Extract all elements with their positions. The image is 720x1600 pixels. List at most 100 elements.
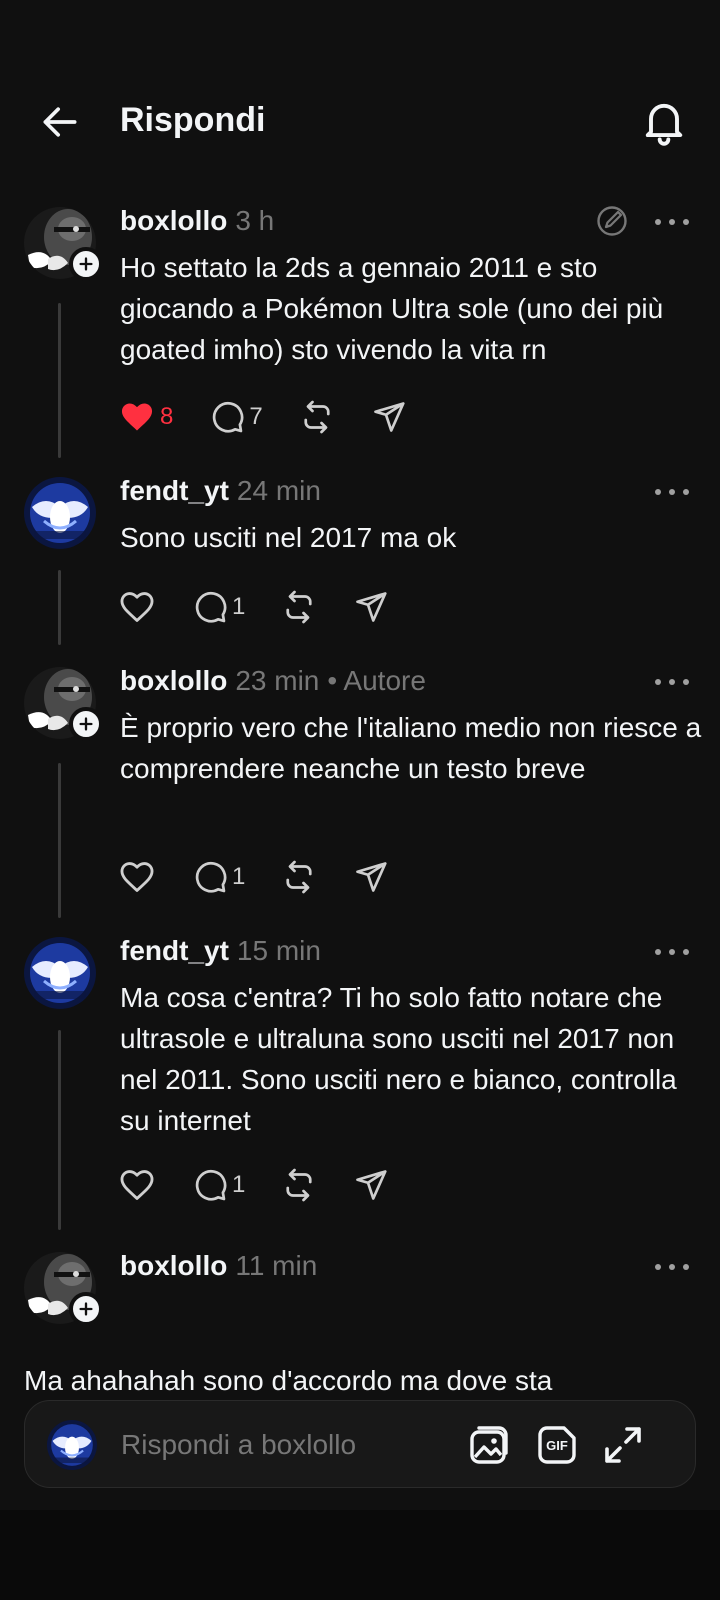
post-actions: 1 (118, 1163, 425, 1207)
post-actions: 8 7 (118, 395, 443, 439)
repost-icon (281, 1167, 317, 1203)
share-icon (353, 859, 389, 895)
thread-line (58, 1030, 61, 1230)
more-icon (652, 486, 692, 498)
bottom-area (0, 1510, 720, 1600)
timestamp: 3 h (235, 205, 275, 236)
repost-button[interactable] (299, 395, 335, 439)
share-button[interactable] (353, 1163, 389, 1207)
page-title: Rispondi (120, 101, 266, 139)
thread: boxlollo 3 h Ho settato la 2ds a gennaio… (0, 195, 720, 1360)
thread-line (58, 763, 61, 918)
username[interactable]: fendt_yt (120, 475, 229, 507)
gif-icon: GIF (538, 1426, 576, 1464)
share-button[interactable] (353, 585, 389, 629)
follow-button[interactable] (69, 247, 103, 281)
thread-line (58, 570, 61, 645)
more-button[interactable] (652, 485, 692, 505)
username[interactable]: boxlollo (120, 1250, 227, 1282)
bell-icon (645, 103, 683, 146)
timestamp: 24 min (236, 475, 321, 506)
share-button[interactable] (353, 855, 389, 899)
expand-icon (605, 1427, 641, 1463)
share-icon (353, 589, 389, 625)
comment-button[interactable]: 1 (192, 855, 245, 899)
heart-icon (118, 858, 156, 896)
heart-icon (118, 588, 156, 626)
edit-icon (597, 206, 627, 236)
post-text: Sono usciti nel 2017 ma ok (120, 522, 457, 553)
post-meta: fendt_yt 24 min (120, 475, 321, 511)
comment-icon (192, 589, 228, 625)
reply-count: 1 (232, 863, 246, 890)
more-icon (652, 676, 692, 688)
gallery-button[interactable] (465, 1421, 513, 1469)
timestamp: 15 min (236, 935, 321, 966)
notifications-button[interactable] (638, 95, 690, 147)
expand-button[interactable] (599, 1421, 647, 1469)
post-text: Ho settato la 2ds a gennaio 2011 e sto g… (120, 252, 664, 365)
comment-icon (192, 859, 228, 895)
avatar[interactable] (24, 937, 96, 1009)
gif-button[interactable]: GIF (533, 1421, 581, 1469)
gallery-icon (470, 1426, 508, 1464)
comment-icon (209, 399, 245, 435)
post-meta: boxlollo 11 min (120, 1250, 317, 1286)
post-meta: fendt_yt 15 min (120, 935, 321, 971)
more-button[interactable] (652, 945, 692, 965)
more-button[interactable] (652, 675, 692, 695)
avatar (47, 1420, 97, 1470)
avatar[interactable] (24, 477, 96, 549)
more-icon (652, 1261, 692, 1273)
post: fendt_yt 24 min Sono usciti nel 2017 ma … (0, 465, 720, 655)
share-button[interactable] (371, 395, 407, 439)
repost-icon (299, 399, 335, 435)
back-button[interactable] (38, 100, 82, 144)
reply-input[interactable] (121, 1425, 461, 1465)
more-button[interactable] (652, 215, 692, 235)
more-icon (652, 216, 692, 228)
more-button[interactable] (652, 1260, 692, 1280)
post-meta: boxlollo 23 min • Autore (120, 665, 426, 701)
edit-button[interactable] (594, 203, 630, 239)
post-meta: boxlollo 3 h (120, 205, 274, 241)
like-button[interactable]: 8 (118, 395, 173, 439)
reply-preview-text: Ma ahahahah sono d'accordo ma dove sta (24, 1365, 553, 1396)
timestamp: 11 min (235, 1250, 318, 1281)
reply-bar[interactable]: GIF (24, 1400, 696, 1488)
comment-button[interactable]: 1 (192, 585, 245, 629)
like-button[interactable] (118, 855, 156, 899)
repost-button[interactable] (281, 585, 317, 629)
repost-button[interactable] (281, 855, 317, 899)
post: boxlollo 3 h Ho settato la 2ds a gennaio… (0, 195, 720, 465)
like-button[interactable] (118, 1163, 156, 1207)
comment-button[interactable]: 1 (192, 1163, 245, 1207)
post-text: Ma cosa c'entra? Ti ho solo fatto notare… (120, 982, 677, 1136)
reply-count: 1 (232, 1171, 246, 1198)
like-count: 8 (160, 403, 174, 430)
comment-button[interactable]: 7 (209, 395, 263, 439)
heart-icon (118, 1166, 156, 1204)
post-actions: 1 (118, 855, 425, 899)
share-icon (353, 1167, 389, 1203)
like-button[interactable] (118, 585, 156, 629)
timestamp: 23 min (235, 665, 320, 696)
svg-text:GIF: GIF (546, 1438, 568, 1453)
repost-button[interactable] (281, 1163, 317, 1207)
post: fendt_yt 15 min Ma cosa c'entra? Ti ho s… (0, 925, 720, 1240)
thread-line (58, 303, 61, 458)
username[interactable]: boxlollo (120, 665, 227, 697)
author-badge: • Autore (327, 665, 426, 696)
username[interactable]: fendt_yt (120, 935, 229, 967)
comment-icon (192, 1167, 228, 1203)
reply-count: 1 (232, 593, 246, 620)
post-actions: 1 (118, 585, 425, 629)
post-text: È proprio vero che l'italiano medio non … (120, 712, 702, 784)
heart-icon (118, 398, 156, 436)
follow-button[interactable] (69, 707, 103, 741)
follow-button[interactable] (69, 1292, 103, 1326)
post: boxlollo 11 min (0, 1240, 720, 1360)
plus-icon (77, 715, 95, 733)
plus-icon (77, 1300, 95, 1318)
username[interactable]: boxlollo (120, 205, 227, 237)
